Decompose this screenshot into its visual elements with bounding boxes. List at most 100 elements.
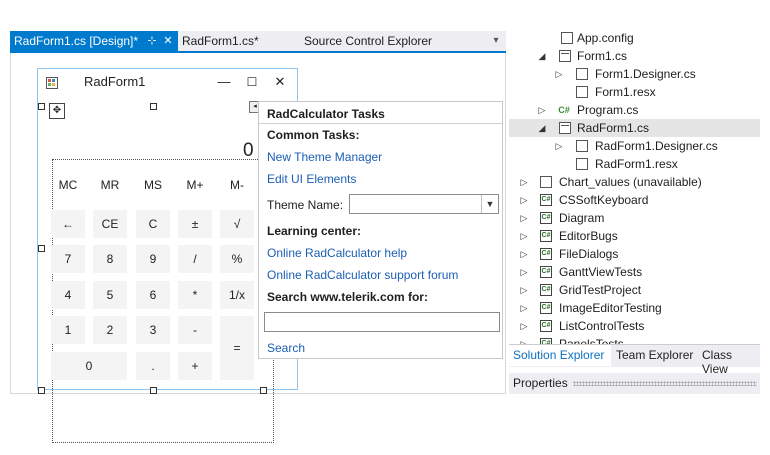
csproj-icon: C# (540, 212, 552, 224)
expand-icon[interactable]: ▷ (519, 263, 529, 281)
m-plus-button[interactable]: M+ (178, 178, 212, 192)
tree-item-editorbugs[interactable]: ▷ C# EditorBugs (509, 227, 760, 245)
search-input[interactable] (264, 312, 500, 332)
pin-icon[interactable]: ⊹ (145, 31, 159, 51)
csproj-icon: C# (540, 320, 552, 332)
tree-item-filedialogs[interactable]: ▷ C# FileDialogs (509, 245, 760, 263)
ms-button[interactable]: MS (136, 178, 170, 192)
digit-8-button[interactable]: 8 (93, 245, 127, 273)
resize-handle[interactable] (150, 103, 157, 110)
tree-item-form1-resx[interactable]: Form1.resx (509, 83, 760, 101)
properties-window-header[interactable]: Properties (509, 373, 760, 394)
expand-icon[interactable]: ▷ (519, 299, 529, 317)
sqrt-button[interactable]: √ (220, 210, 254, 238)
tasks-title-divider (259, 123, 502, 124)
tree-item-listcontroltests[interactable]: ▷ C# ListControlTests (509, 317, 760, 335)
tree-item-imageeditortesting[interactable]: ▷ C# ImageEditorTesting (509, 299, 760, 317)
expand-icon[interactable]: ▷ (519, 335, 529, 344)
tree-item-label: RadForm1.cs (577, 121, 650, 135)
config-icon (561, 32, 573, 44)
new-theme-manager-link[interactable]: New Theme Manager (267, 150, 382, 164)
tree-item-radform1-resx[interactable]: RadForm1.resx (509, 155, 760, 173)
move-handle-icon[interactable]: ✥ (49, 103, 65, 119)
subtract-button[interactable]: - (178, 316, 212, 344)
reciprocal-button[interactable]: 1/x (220, 281, 254, 309)
tab-class-view[interactable]: Class View (702, 348, 760, 376)
tree-item-panelstests[interactable]: ▷ C# PanelsTests (509, 335, 760, 344)
expand-icon[interactable]: ▷ (519, 245, 529, 263)
drag-grip[interactable] (573, 381, 757, 386)
digit-6-button[interactable]: 6 (136, 281, 170, 309)
expand-icon[interactable]: ▷ (519, 317, 529, 335)
edit-ui-elements-link[interactable]: Edit UI Elements (267, 172, 356, 186)
digit-2-button[interactable]: 2 (93, 316, 127, 344)
percent-button[interactable]: % (220, 245, 254, 273)
collapse-icon[interactable]: ◢ (537, 119, 547, 137)
tree-item-diagram[interactable]: ▷ C# Diagram (509, 209, 760, 227)
resize-handle[interactable] (260, 387, 267, 394)
divide-button[interactable]: / (178, 245, 212, 273)
support-forum-link[interactable]: Online RadCalculator support forum (267, 268, 458, 282)
tree-item-app-config[interactable]: App.config (509, 29, 760, 47)
digit-7-button[interactable]: 7 (51, 245, 85, 273)
expand-icon[interactable]: ▷ (554, 137, 564, 155)
tab-list-dropdown-icon[interactable]: ▾ (488, 31, 504, 51)
m-minus-button[interactable]: M- (220, 178, 254, 192)
collapse-icon[interactable]: ◢ (537, 47, 547, 65)
digit-3-button[interactable]: 3 (136, 316, 170, 344)
tree-item-form1-designer-cs[interactable]: ▷ Form1.Designer.cs (509, 65, 760, 83)
tab-radform1-code[interactable]: RadForm1.cs* (182, 31, 259, 51)
tab-team-explorer[interactable]: Team Explorer (616, 348, 693, 362)
tree-item-gridtestproject[interactable]: ▷ C# GridTestProject (509, 281, 760, 299)
tree-item-program-cs[interactable]: ▷ C# Program.cs (509, 101, 760, 119)
resize-handle[interactable] (38, 387, 45, 394)
expand-icon[interactable]: ▷ (519, 227, 529, 245)
resize-handle[interactable] (150, 387, 157, 394)
digit-9-button[interactable]: 9 (136, 245, 170, 273)
close-tab-icon[interactable]: ✕ (161, 31, 175, 51)
negate-button[interactable]: ± (178, 210, 212, 238)
tab-source-control-explorer[interactable]: Source Control Explorer (304, 31, 432, 51)
backspace-button[interactable]: ← (51, 210, 85, 238)
theme-name-label: Theme Name: (267, 198, 344, 212)
add-button[interactable]: + (178, 352, 212, 380)
mc-button[interactable]: MC (51, 178, 85, 192)
clear-button[interactable]: C (136, 210, 170, 238)
theme-name-dropdown[interactable]: ▼ (349, 194, 499, 214)
tree-item-form1-cs[interactable]: ◢ Form1.cs (509, 47, 760, 65)
maximize-icon[interactable]: ☐ (242, 72, 262, 92)
close-icon[interactable]: ✕ (270, 72, 290, 92)
search-link[interactable]: Search (267, 341, 305, 355)
expand-icon[interactable]: ▷ (519, 173, 529, 191)
tab-solution-explorer[interactable]: Solution Explorer (513, 348, 604, 362)
tree-item-cssoftkeyboard[interactable]: ▷ C# CSSoftKeyboard (509, 191, 760, 209)
expand-icon[interactable]: ▷ (519, 209, 529, 227)
resize-handle[interactable] (38, 103, 45, 110)
decimal-button[interactable]: . (136, 352, 170, 380)
ce-button[interactable]: CE (93, 210, 127, 238)
digit-5-button[interactable]: 5 (93, 281, 127, 309)
tree-item-radform1-cs[interactable]: ◢ RadForm1.cs (509, 119, 760, 137)
digit-0-button[interactable]: 0 (51, 352, 127, 380)
csproj-icon: C# (540, 284, 552, 296)
expand-icon[interactable]: ▷ (554, 65, 564, 83)
resize-handle[interactable] (38, 245, 45, 252)
online-help-link[interactable]: Online RadCalculator help (267, 246, 407, 260)
equals-button[interactable]: = (220, 316, 254, 380)
chevron-down-icon[interactable]: ▼ (481, 195, 498, 213)
expand-icon[interactable]: ▷ (519, 191, 529, 209)
digit-4-button[interactable]: 4 (51, 281, 85, 309)
multiply-button[interactable]: * (178, 281, 212, 309)
digit-1-button[interactable]: 1 (51, 316, 85, 344)
tree-item-chart-values[interactable]: ▷ Chart_values (unavailable) (509, 173, 760, 191)
minimize-icon[interactable]: — (214, 72, 234, 92)
expand-icon[interactable]: ▷ (537, 101, 547, 119)
tree-item-ganttviewtests[interactable]: ▷ C# GanttViewTests (509, 263, 760, 281)
properties-title: Properties (513, 376, 568, 390)
tab-radform1-design[interactable]: RadForm1.cs [Design]* ⊹ ✕ (10, 31, 178, 51)
cs-file-icon (576, 68, 588, 80)
solution-explorer-tree: App.config ◢ Form1.cs ▷ Form1.Designer.c… (509, 29, 760, 344)
mr-button[interactable]: MR (93, 178, 127, 192)
expand-icon[interactable]: ▷ (519, 281, 529, 299)
tree-item-radform1-designer-cs[interactable]: ▷ RadForm1.Designer.cs (509, 137, 760, 155)
